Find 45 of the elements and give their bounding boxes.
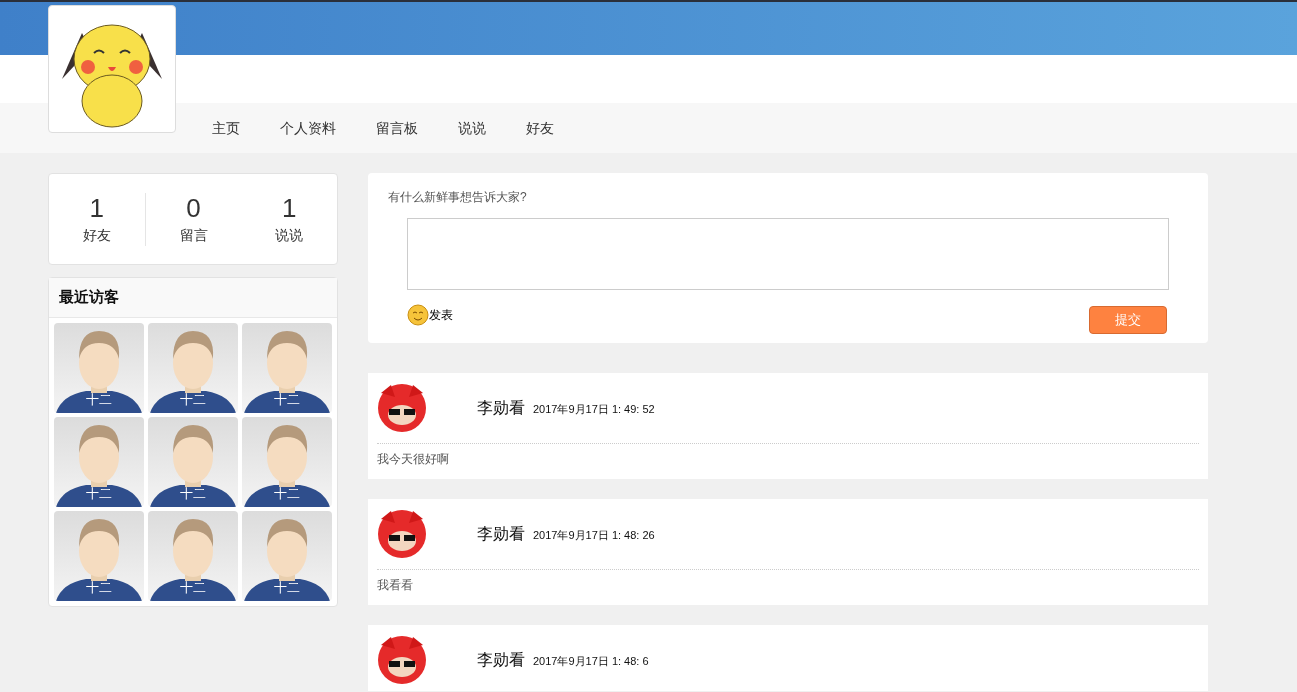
stat-value: 0 xyxy=(186,192,201,223)
visitor-name: 十二 xyxy=(85,484,113,503)
post-time: 2017年9月17日 1: 48: 6 xyxy=(533,654,649,669)
post-author[interactable]: 李勋看 xyxy=(477,522,525,546)
visitor-name: 十二 xyxy=(85,390,113,409)
stat-label: 说说 xyxy=(275,225,304,245)
nav-link[interactable]: 说说 xyxy=(458,117,486,139)
visitor-name: 十二 xyxy=(179,484,207,503)
stat-value: 1 xyxy=(89,192,105,223)
visitor-name: 十二 xyxy=(85,578,113,597)
cartoon-avatar-icon xyxy=(377,635,427,685)
post-time: 2017年9月17日 1: 49: 52 xyxy=(533,402,655,417)
visitors-title: 最近访客 xyxy=(59,287,119,308)
visitor-tile[interactable]: 十二 xyxy=(54,511,144,601)
nav-link[interactable]: 好友 xyxy=(526,117,554,139)
visitor-name: 十二 xyxy=(273,484,301,503)
nav-link[interactable]: 主页 xyxy=(212,117,240,139)
visitor-tile[interactable]: 十二 xyxy=(54,417,144,507)
emoji-label[interactable]: 发表 xyxy=(429,306,453,324)
visitor-name: 十二 xyxy=(179,578,207,597)
post-input-field[interactable] xyxy=(407,218,1169,290)
composer-prompt: 有什么新鲜事想告诉大家? xyxy=(388,189,527,206)
nav-link[interactable]: 个人资料 xyxy=(280,117,336,139)
visitor-tile[interactable]: 十二 xyxy=(242,323,332,413)
visitor-tile[interactable]: 十二 xyxy=(148,511,238,601)
stat-label: 好友 xyxy=(82,225,111,245)
visitor-tile[interactable]: 十二 xyxy=(148,323,238,413)
post-time: 2017年9月17日 1: 48: 26 xyxy=(533,528,655,543)
post-author[interactable]: 李勋看 xyxy=(477,648,525,672)
visitor-tile[interactable]: 十二 xyxy=(54,323,144,413)
emoji-icon[interactable] xyxy=(407,304,429,326)
visitor-tile[interactable]: 十二 xyxy=(242,511,332,601)
post-content: 我今天很好啊 xyxy=(377,451,450,468)
visitor-name: 十二 xyxy=(179,390,207,409)
post-author[interactable]: 李勋看 xyxy=(477,396,525,420)
stat-label: 留言 xyxy=(179,225,208,245)
cartoon-avatar-icon xyxy=(377,509,427,559)
cartoon-avatar-icon xyxy=(377,383,427,433)
visitor-name: 十二 xyxy=(273,390,301,409)
stat-value: 1 xyxy=(281,192,297,223)
post-content: 我看看 xyxy=(377,577,414,594)
visitor-tile[interactable]: 十二 xyxy=(148,417,238,507)
visitor-name: 十二 xyxy=(273,578,301,597)
visitor-tile[interactable]: 十二 xyxy=(242,417,332,507)
nav-link[interactable]: 留言板 xyxy=(376,117,418,139)
